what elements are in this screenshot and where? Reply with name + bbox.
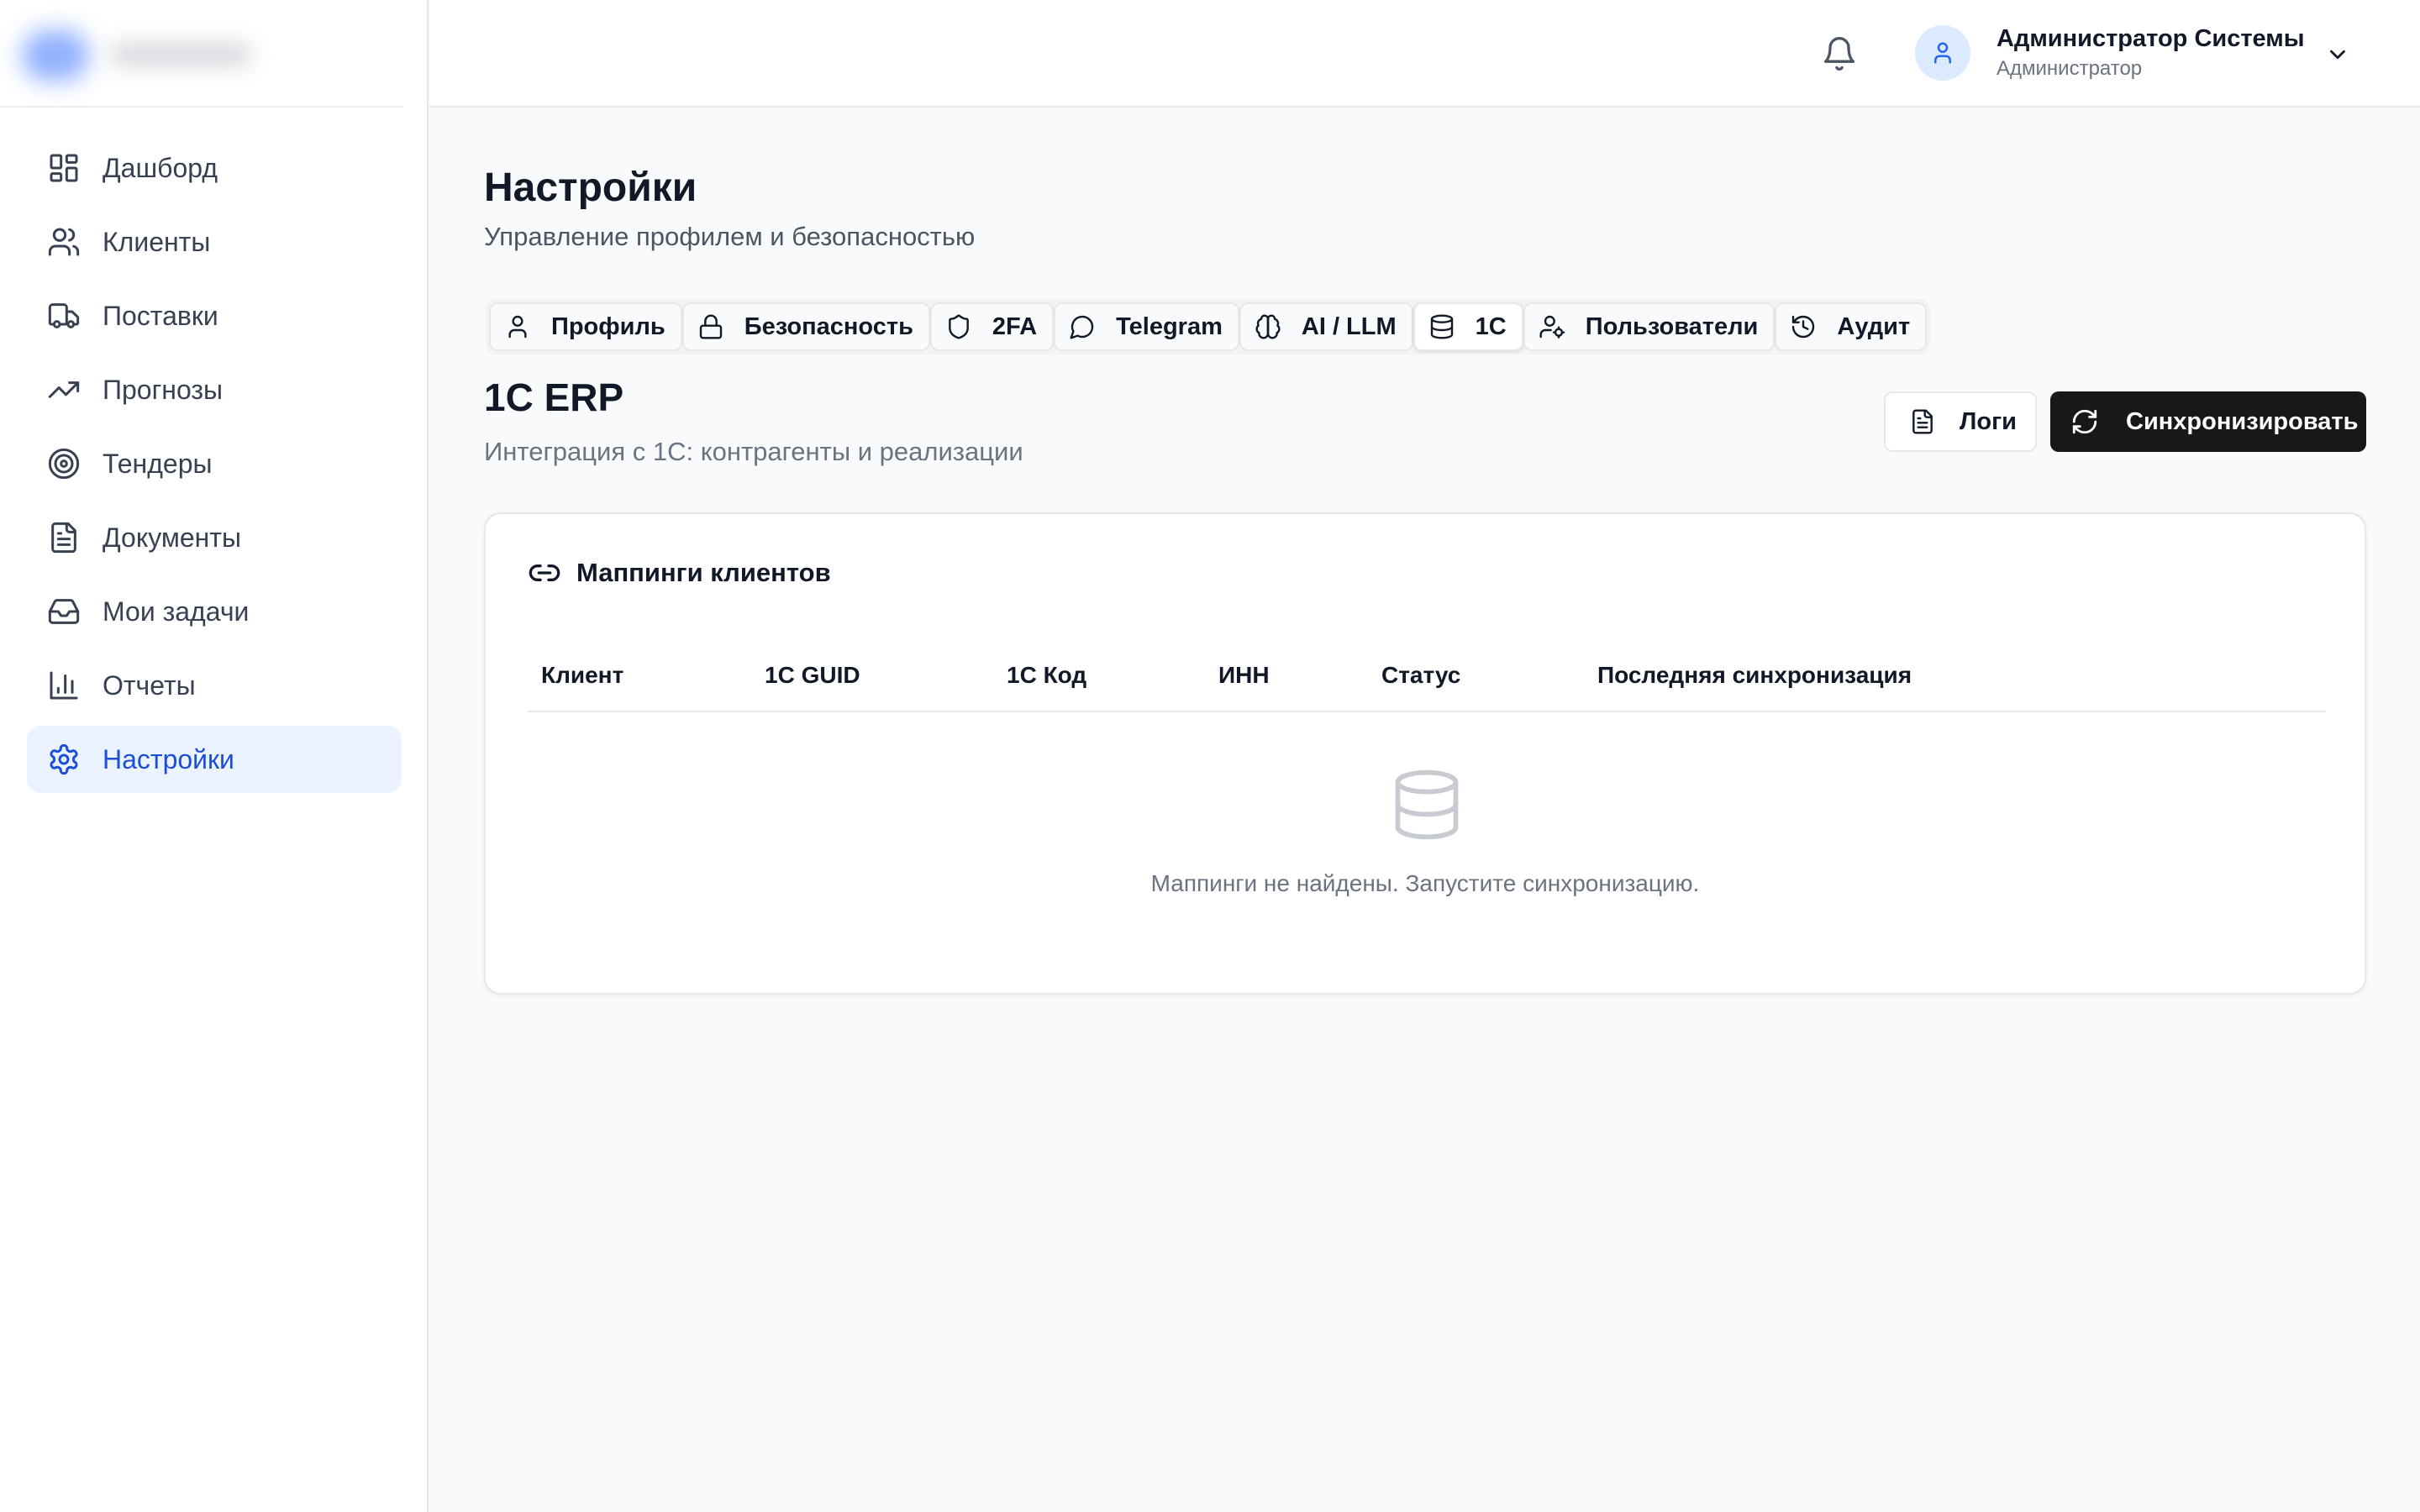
sidebar-item-settings[interactable]: Настройки <box>27 726 402 793</box>
sidebar-item-label: Отчеты <box>103 669 196 701</box>
section-subtitle: Интеграция с 1С: контрагенты и реализаци… <box>484 437 1023 466</box>
sidebar-header <box>0 0 403 108</box>
shield-icon <box>945 313 972 340</box>
tab-1c[interactable]: 1С <box>1413 302 1523 351</box>
bar-chart-icon <box>47 669 81 702</box>
user-icon <box>504 313 531 340</box>
tab-profile[interactable]: Профиль <box>489 302 682 351</box>
card-header: Маппинги клиентов <box>528 556 831 590</box>
topbar: Администратор Системы Администратор <box>429 0 2420 108</box>
brain-icon <box>1255 313 1281 340</box>
tab-label: Безопасность <box>744 312 913 340</box>
tab-label: Профиль <box>551 312 666 340</box>
column-header-inn[interactable]: ИНН <box>1218 662 1270 689</box>
sidebar-item-forecasts[interactable]: Прогнозы <box>27 356 402 423</box>
user-role: Администратор <box>1996 57 2143 80</box>
gear-icon <box>47 743 81 776</box>
tab-telegram[interactable]: Telegram <box>1054 302 1239 351</box>
history-icon <box>1790 313 1817 340</box>
bell-icon[interactable] <box>1821 35 1858 72</box>
link-icon <box>528 556 561 590</box>
sidebar-item-clients[interactable]: Клиенты <box>27 208 402 276</box>
sidebar-nav: Дашборд Клиенты Поставки Прогнозы Тендер… <box>27 134 402 800</box>
sidebar-item-my-tasks[interactable]: Мои задачи <box>27 578 402 645</box>
sidebar-item-label: Настройки <box>103 743 234 774</box>
target-icon <box>47 447 81 480</box>
tab-security[interactable]: Безопасность <box>681 302 930 351</box>
logs-button-label: Логи <box>1960 407 2017 435</box>
tab-2fa[interactable]: 2FA <box>929 302 1055 351</box>
sidebar-item-reports[interactable]: Отчеты <box>27 652 402 719</box>
tab-ai-llm[interactable]: AI / LLM <box>1239 302 1413 351</box>
sidebar-item-label: Прогнозы <box>103 374 224 405</box>
empty-state-text: Маппинги не найдены. Запустите синхрониз… <box>1150 870 1700 896</box>
user-name[interactable]: Администратор Системы <box>1996 25 2305 53</box>
column-header-code[interactable]: 1С Код <box>1007 662 1086 689</box>
sidebar-item-tenders[interactable]: Тендеры <box>27 430 402 497</box>
tab-label: Telegram <box>1116 312 1223 340</box>
column-header-guid[interactable]: 1С GUID <box>765 662 860 689</box>
file-text-icon <box>1909 408 1936 435</box>
database-icon <box>1428 313 1455 340</box>
sidebar-item-dashboard[interactable]: Дашборд <box>27 134 402 202</box>
sidebar-item-label: Клиенты <box>103 226 211 257</box>
truck-icon <box>47 299 81 333</box>
card-title: Маппинги клиентов <box>576 558 831 587</box>
tab-users[interactable]: Пользователи <box>1523 302 1776 351</box>
chevron-down-icon[interactable] <box>2325 42 2350 67</box>
table-header: Клиент 1С GUID 1С Код ИНН Статус Последн… <box>528 640 2326 712</box>
sidebar: Дашборд Клиенты Поставки Прогнозы Тендер… <box>0 0 429 1512</box>
user-cog-icon <box>1539 313 1565 340</box>
sync-button[interactable]: Синхронизировать <box>2050 391 2366 452</box>
inbox-icon <box>47 595 81 628</box>
logs-button[interactable]: Логи <box>1884 391 2037 452</box>
user-icon <box>1930 40 1955 66</box>
column-header-last-sync[interactable]: Последняя синхронизация <box>1597 662 1912 689</box>
page-title: Настройки <box>484 165 697 210</box>
tab-label: 1С <box>1475 312 1507 340</box>
users-icon <box>47 225 81 259</box>
lock-icon <box>697 313 724 340</box>
tab-audit[interactable]: Аудит <box>1775 302 1928 351</box>
tab-label: AI / LLM <box>1301 312 1397 340</box>
sync-button-label: Синхронизировать <box>2126 407 2359 435</box>
database-icon <box>1388 766 1465 843</box>
sidebar-item-deliveries[interactable]: Поставки <box>27 282 402 349</box>
tab-label: Пользователи <box>1585 312 1759 340</box>
page-subtitle: Управление профилем и безопасностью <box>484 222 976 251</box>
sidebar-item-label: Документы <box>103 522 241 553</box>
refresh-icon <box>2070 407 2099 436</box>
tab-label: 2FA <box>992 312 1038 340</box>
document-icon <box>47 521 81 554</box>
section-title: 1С ERP <box>484 375 624 419</box>
sidebar-item-label: Тендеры <box>103 448 213 479</box>
client-mappings-card: Маппинги клиентов Клиент 1С GUID 1С Код … <box>484 512 2366 995</box>
avatar[interactable] <box>1915 25 1970 81</box>
app-logo-text <box>109 42 252 67</box>
app-logo[interactable] <box>22 30 89 81</box>
trending-up-icon <box>47 373 81 407</box>
tab-label: Аудит <box>1837 312 1911 340</box>
column-header-status[interactable]: Статус <box>1381 662 1460 689</box>
sidebar-item-label: Дашборд <box>103 152 218 183</box>
sidebar-item-label: Мои задачи <box>103 596 250 627</box>
settings-tabs: Профиль Безопасность 2FA Telegram AI / L… <box>486 299 1931 354</box>
sidebar-item-documents[interactable]: Документы <box>27 504 402 571</box>
dashboard-icon <box>47 151 81 185</box>
sidebar-item-label: Поставки <box>103 300 218 331</box>
column-header-client[interactable]: Клиент <box>541 662 623 689</box>
message-circle-icon <box>1069 313 1096 340</box>
